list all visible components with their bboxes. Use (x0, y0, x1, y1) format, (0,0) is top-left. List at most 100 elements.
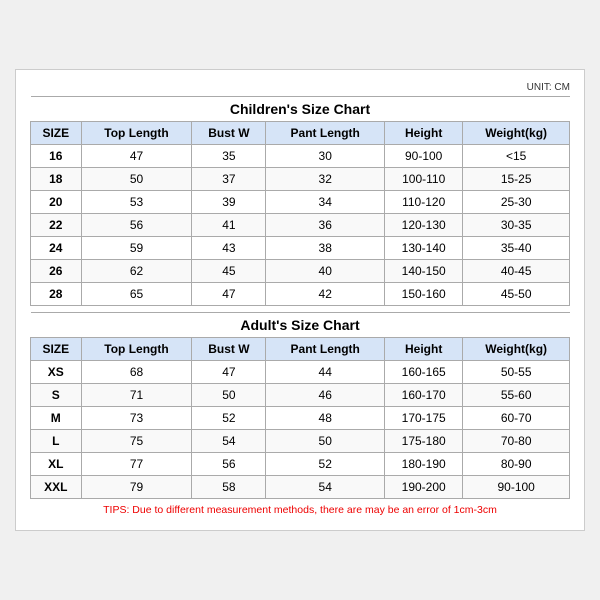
table-cell: 56 (192, 453, 266, 476)
table-row: 26624540140-15040-45 (31, 260, 570, 283)
table-cell: 41 (192, 214, 266, 237)
table-cell: 56 (81, 214, 192, 237)
table-cell: L (31, 430, 82, 453)
table-cell: 52 (192, 407, 266, 430)
table-cell: 60-70 (463, 407, 570, 430)
table-cell: XXL (31, 476, 82, 499)
table-cell: 140-150 (385, 260, 463, 283)
children-table: Children's Size Chart SIZE Top Length Bu… (30, 96, 570, 306)
table-cell: 30-35 (463, 214, 570, 237)
table-cell: <15 (463, 145, 570, 168)
table-cell: 40-45 (463, 260, 570, 283)
table-cell: 40 (266, 260, 385, 283)
table-cell: 48 (266, 407, 385, 430)
table-cell: 58 (192, 476, 266, 499)
table-cell: 39 (192, 191, 266, 214)
table-row: XL775652180-19080-90 (31, 453, 570, 476)
table-cell: 28 (31, 283, 82, 306)
table-cell: 43 (192, 237, 266, 260)
table-row: XS684744160-16550-55 (31, 361, 570, 384)
table-cell: 75 (81, 430, 192, 453)
table-cell: 80-90 (463, 453, 570, 476)
table-cell: 160-170 (385, 384, 463, 407)
table-cell: 77 (81, 453, 192, 476)
table-cell: 73 (81, 407, 192, 430)
table-cell: 36 (266, 214, 385, 237)
table-cell: 47 (192, 283, 266, 306)
adult-col-bust-w: Bust W (192, 338, 266, 361)
adult-header-row: SIZE Top Length Bust W Pant Length Heigh… (31, 338, 570, 361)
table-cell: XL (31, 453, 82, 476)
table-cell: 50 (192, 384, 266, 407)
table-cell: 110-120 (385, 191, 463, 214)
table-cell: 47 (81, 145, 192, 168)
table-cell: 170-175 (385, 407, 463, 430)
adult-section-title: Adult's Size Chart (31, 313, 570, 338)
table-cell: 71 (81, 384, 192, 407)
table-row: 24594338130-14035-40 (31, 237, 570, 260)
adult-table: Adult's Size Chart SIZE Top Length Bust … (30, 312, 570, 499)
table-cell: 62 (81, 260, 192, 283)
children-col-pant-length: Pant Length (266, 122, 385, 145)
table-cell: 130-140 (385, 237, 463, 260)
tips-row: TIPS: Due to different measurement metho… (30, 499, 570, 520)
unit-label: UNIT: CM (30, 82, 570, 93)
table-cell: 59 (81, 237, 192, 260)
table-cell: 34 (266, 191, 385, 214)
table-cell: 90-100 (385, 145, 463, 168)
table-cell: 100-110 (385, 168, 463, 191)
table-cell: 18 (31, 168, 82, 191)
table-cell: 37 (192, 168, 266, 191)
table-cell: 20 (31, 191, 82, 214)
table-cell: 45-50 (463, 283, 570, 306)
tips-table: TIPS: Due to different measurement metho… (30, 499, 570, 520)
table-cell: 120-130 (385, 214, 463, 237)
table-row: XXL795854190-20090-100 (31, 476, 570, 499)
table-cell: 30 (266, 145, 385, 168)
table-cell: 70-80 (463, 430, 570, 453)
adult-col-weight: Weight(kg) (463, 338, 570, 361)
table-cell: 44 (266, 361, 385, 384)
table-cell: 65 (81, 283, 192, 306)
table-cell: 35-40 (463, 237, 570, 260)
children-tbody: 1647353090-100<1518503732100-11015-25205… (31, 145, 570, 306)
table-cell: 26 (31, 260, 82, 283)
table-row: S715046160-17055-60 (31, 384, 570, 407)
tips-text: TIPS: Due to different measurement metho… (30, 499, 570, 520)
children-col-top-length: Top Length (81, 122, 192, 145)
table-cell: 150-160 (385, 283, 463, 306)
table-row: 28654742150-16045-50 (31, 283, 570, 306)
table-cell: 22 (31, 214, 82, 237)
children-col-weight: Weight(kg) (463, 122, 570, 145)
table-cell: 55-60 (463, 384, 570, 407)
children-section-header-row: Children's Size Chart (31, 97, 570, 122)
table-row: 22564136120-13030-35 (31, 214, 570, 237)
children-section-title: Children's Size Chart (31, 97, 570, 122)
adult-col-top-length: Top Length (81, 338, 192, 361)
table-cell: 25-30 (463, 191, 570, 214)
table-cell: 52 (266, 453, 385, 476)
table-cell: 50-55 (463, 361, 570, 384)
table-cell: 32 (266, 168, 385, 191)
table-cell: 190-200 (385, 476, 463, 499)
table-cell: 79 (81, 476, 192, 499)
table-cell: 24 (31, 237, 82, 260)
table-cell: 38 (266, 237, 385, 260)
adult-tbody: XS684744160-16550-55S715046160-17055-60M… (31, 361, 570, 499)
table-cell: 54 (266, 476, 385, 499)
adult-section-header-row: Adult's Size Chart (31, 313, 570, 338)
table-cell: 45 (192, 260, 266, 283)
table-cell: 175-180 (385, 430, 463, 453)
table-row: 20533934110-12025-30 (31, 191, 570, 214)
table-cell: 47 (192, 361, 266, 384)
children-header-row: SIZE Top Length Bust W Pant Length Heigh… (31, 122, 570, 145)
adult-col-pant-length: Pant Length (266, 338, 385, 361)
table-cell: 54 (192, 430, 266, 453)
table-cell: M (31, 407, 82, 430)
adult-col-height: Height (385, 338, 463, 361)
table-cell: 53 (81, 191, 192, 214)
table-cell: 35 (192, 145, 266, 168)
children-col-bust-w: Bust W (192, 122, 266, 145)
table-cell: 90-100 (463, 476, 570, 499)
children-col-height: Height (385, 122, 463, 145)
